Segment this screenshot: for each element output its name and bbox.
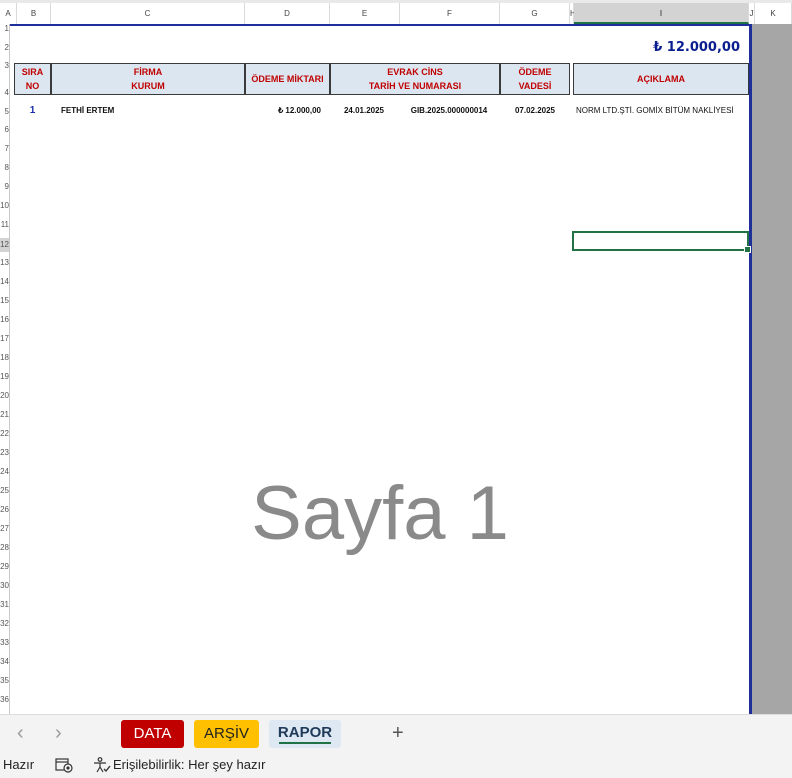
row-header[interactable]: 32: [0, 619, 9, 629]
row-header[interactable]: 23: [0, 448, 9, 458]
header-evrak[interactable]: EVRAK CİNS TARİH VE NUMARASI: [330, 63, 500, 95]
row-header[interactable]: 11: [0, 220, 9, 230]
cell-sira-no[interactable]: 1: [14, 105, 51, 117]
row-header[interactable]: 26: [0, 505, 9, 515]
row-header[interactable]: 33: [0, 638, 9, 648]
cell-vade[interactable]: 07.02.2025: [500, 105, 570, 117]
row-header[interactable]: 7: [0, 144, 9, 154]
active-cell-selection[interactable]: [572, 231, 751, 253]
row-header[interactable]: 29: [0, 562, 9, 572]
column-header-k[interactable]: K: [755, 3, 792, 24]
row-header[interactable]: 15: [0, 296, 9, 306]
column-header-g[interactable]: G: [500, 3, 570, 24]
row-header[interactable]: 2: [0, 43, 9, 53]
cell-tarih[interactable]: 24.01.2025: [330, 105, 398, 117]
column-header-i[interactable]: I: [574, 3, 749, 24]
row-header[interactable]: 27: [0, 524, 9, 534]
chevron-left-icon[interactable]: ‹: [17, 723, 24, 743]
row-header[interactable]: 22: [0, 429, 9, 439]
cell-odeme[interactable]: ₺ 12.000,00: [245, 105, 321, 117]
header-evrak-line1: EVRAK CİNS: [387, 67, 443, 77]
active-tab-underline: [279, 742, 331, 744]
header-odeme-miktari[interactable]: ÖDEME MİKTARI: [245, 63, 330, 95]
sheet-tab-arsiv[interactable]: ARŞİV: [194, 720, 259, 748]
column-header-d[interactable]: D: [245, 3, 330, 24]
header-vade-line2: VADESİ: [518, 81, 552, 91]
header-aciklama[interactable]: AÇIKLAMA: [573, 63, 749, 95]
sheet-tab-rapor-label: RAPOR: [277, 724, 333, 741]
row-header[interactable]: 17: [0, 334, 9, 344]
row-header[interactable]: 5: [0, 107, 9, 117]
row-header[interactable]: 35: [0, 676, 9, 686]
row-header[interactable]: 3: [0, 61, 9, 71]
status-bar: Hazır Erişilebilirlik: Her şey hazır: [0, 752, 792, 778]
row-header[interactable]: 28: [0, 543, 9, 553]
accessibility-status[interactable]: Erişilebilirlik: Her şey hazır: [113, 758, 265, 772]
sheet-tab-bar: ‹ › DATA ARŞİV RAPOR +: [0, 714, 792, 753]
row-header[interactable]: 10: [0, 201, 9, 211]
row-header[interactable]: 13: [0, 258, 9, 268]
total-amount[interactable]: ₺ 12.000,00: [620, 40, 740, 55]
header-odeme-vadesi[interactable]: ÖDEME VADESİ: [500, 63, 570, 95]
header-sira-line1: SIRA: [21, 67, 44, 77]
row-header[interactable]: 30: [0, 581, 9, 591]
row-headers: 1 2 3 4 5 6 7 8 9 10 11 12 13 14 15 16 1…: [0, 24, 10, 714]
row-header[interactable]: 8: [0, 163, 9, 173]
row-header[interactable]: 20: [0, 391, 9, 401]
header-odeme-label: ÖDEME MİKTARI: [251, 74, 324, 84]
cell-numara[interactable]: GIB.2025.000000014: [400, 105, 498, 117]
row-header[interactable]: 24: [0, 467, 9, 477]
accessibility-icon[interactable]: [93, 757, 111, 776]
row-header[interactable]: 6: [0, 125, 9, 135]
header-firma-line2: KURUM: [131, 81, 165, 91]
plus-icon[interactable]: +: [392, 723, 404, 743]
row-header[interactable]: 1: [0, 24, 9, 34]
row-header[interactable]: 4: [0, 88, 9, 98]
column-header-e[interactable]: E: [330, 3, 400, 24]
row-header[interactable]: 18: [0, 353, 9, 363]
row-header-selected[interactable]: 12: [0, 238, 9, 252]
header-aciklama-label: AÇIKLAMA: [637, 74, 685, 84]
row-header[interactable]: 25: [0, 486, 9, 496]
print-area-top-border: [10, 24, 752, 26]
column-headers: A B C D E F G H I J K: [0, 3, 792, 25]
row-header[interactable]: 14: [0, 277, 9, 287]
row-header[interactable]: 9: [0, 182, 9, 192]
row-header[interactable]: 31: [0, 600, 9, 610]
header-sira-line2: NO: [25, 81, 40, 91]
page-number-watermark: Sayfa 1: [251, 471, 509, 556]
row-header[interactable]: 16: [0, 315, 9, 325]
row-header[interactable]: 34: [0, 657, 9, 667]
header-firma-line1: FİRMA: [133, 67, 163, 77]
cell-firma[interactable]: FETHİ ERTEM: [61, 105, 114, 117]
outside-print-area: [752, 24, 792, 714]
column-header-b[interactable]: B: [17, 3, 51, 24]
sheet-tab-data[interactable]: DATA: [121, 720, 184, 748]
row-header[interactable]: 19: [0, 372, 9, 382]
row-header[interactable]: 36: [0, 695, 9, 705]
header-firma-kurum[interactable]: FİRMA KURUM: [51, 63, 245, 95]
status-ready: Hazır: [3, 757, 35, 772]
header-evrak-line2: TARİH VE NUMARASI: [368, 81, 462, 91]
sheet-tab-rapor[interactable]: RAPOR: [269, 720, 341, 748]
macro-recorder-icon[interactable]: [55, 757, 73, 776]
worksheet-grid[interactable]: [10, 24, 752, 714]
cell-aciklama[interactable]: NORM LTD.ŞTİ. GOMİX BİTÜM NAKLİYESİ: [576, 105, 748, 117]
column-header-f[interactable]: F: [400, 3, 500, 24]
header-vade-line1: ÖDEME: [518, 67, 552, 77]
column-header-c[interactable]: C: [51, 3, 245, 24]
column-header-a[interactable]: A: [0, 3, 17, 24]
row-header[interactable]: 21: [0, 410, 9, 420]
chevron-right-icon[interactable]: ›: [55, 723, 62, 743]
header-sira-no[interactable]: SIRA NO: [14, 63, 51, 95]
